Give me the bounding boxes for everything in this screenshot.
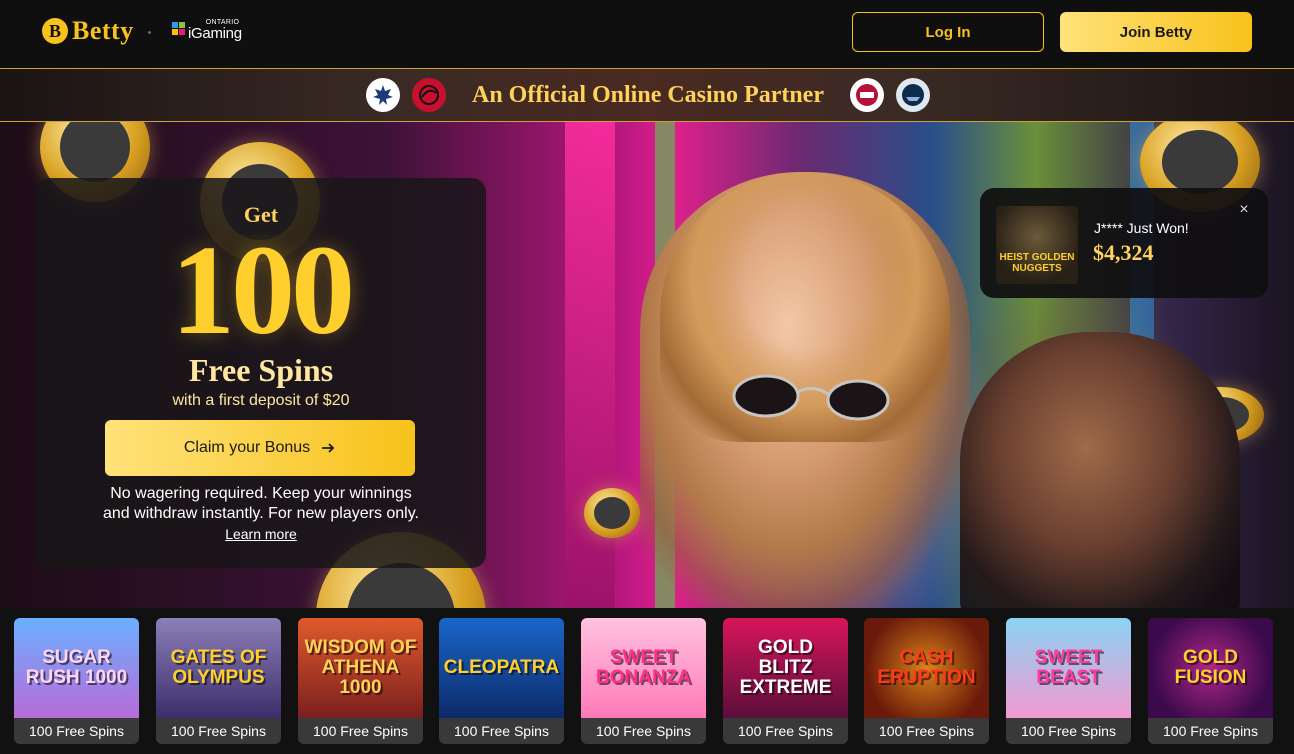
claim-bonus-button[interactable]: Claim your Bonus: [105, 420, 415, 476]
igaming-ontario-logo: iGaming ONTARIO: [172, 18, 242, 42]
partner-text: An Official Online Casino Partner: [472, 81, 824, 108]
raptors-icon: [412, 78, 446, 112]
game-title: Gold Blitz Extreme: [739, 637, 832, 698]
promo-amount: 100: [171, 219, 355, 361]
game-tile[interactable]: Gates of Olympus 100 Free Spins: [156, 618, 281, 744]
partner-banner: An Official Online Casino Partner: [0, 68, 1294, 122]
argonauts-icon: [895, 78, 930, 112]
game-title: Gates of Olympus: [170, 647, 267, 688]
hero-man-image: [960, 332, 1240, 608]
game-caption: 100 Free Spins: [581, 718, 706, 744]
betty-logo-text: Betty: [72, 16, 134, 45]
site-header: B Betty iGaming ONTARIO Log In Join Bett…: [0, 0, 1294, 68]
recent-win-toast: HEIST GOLDEN NUGGETS J**** Just Won! $4,…: [980, 188, 1268, 298]
coin-decoration: [584, 488, 640, 538]
login-button[interactable]: Log In: [852, 12, 1044, 52]
game-tile[interactable]: Sweet Bonanza 100 Free Spins: [581, 618, 706, 744]
arrow-right-icon: [322, 443, 335, 453]
promo-subtitle: with a first deposit of $20: [172, 392, 350, 409]
game-caption: 100 Free Spins: [156, 718, 281, 744]
game-tile[interactable]: Gold Blitz Extreme 100 Free Spins: [723, 618, 848, 744]
betty-logo[interactable]: B Betty: [42, 16, 134, 46]
betty-logo-icon: B: [42, 18, 68, 44]
game-tile[interactable]: Gold Fusion 100 Free Spins: [1148, 618, 1273, 744]
win-game-thumbnail-title: HEIST GOLDEN NUGGETS: [999, 252, 1075, 274]
game-title: Sweet Beast: [1034, 647, 1103, 688]
promo-card: Get 100 Free Spins with a first deposit …: [36, 178, 486, 568]
game-caption: 100 Free Spins: [14, 718, 139, 744]
igaming-text: iGaming: [188, 25, 242, 42]
game-title: Sweet Bonanza: [596, 647, 691, 688]
close-icon[interactable]: ×: [1236, 202, 1252, 218]
promo-spins-text: Free Spins: [188, 352, 334, 388]
toronto-fc-icon: [849, 78, 884, 112]
game-tile[interactable]: Cleopatra 100 Free Spins: [439, 618, 564, 744]
game-title: Wisdom of Athena 1000: [304, 637, 417, 698]
game-caption: 100 Free Spins: [723, 718, 848, 744]
claim-bonus-label: Claim your Bonus: [183, 439, 311, 456]
game-tile[interactable]: Cash Eruption 100 Free Spins: [864, 618, 989, 744]
logo-divider: [148, 31, 151, 34]
join-button[interactable]: Join Betty: [1060, 12, 1252, 52]
game-caption: 100 Free Spins: [439, 718, 564, 744]
win-amount: $4,324: [1093, 240, 1154, 265]
game-tile[interactable]: Wisdom of Athena 1000 100 Free Spins: [298, 618, 423, 744]
game-caption: 100 Free Spins: [864, 718, 989, 744]
game-title: Cleopatra: [443, 657, 560, 678]
promo-note-text: No wagering required. Keep your winnings…: [103, 485, 419, 522]
win-user-text: J**** Just Won!: [1094, 220, 1189, 236]
game-caption: 100 Free Spins: [1006, 718, 1131, 744]
promo-note: No wagering required. Keep your winnings…: [96, 484, 426, 545]
game-title: Cash Eruption: [877, 647, 976, 688]
game-title: Sugar Rush 1000: [25, 647, 128, 688]
game-tile[interactable]: Sugar Rush 1000 100 Free Spins: [14, 618, 139, 744]
win-game-thumbnail[interactable]: HEIST GOLDEN NUGGETS: [996, 206, 1078, 284]
game-caption: 100 Free Spins: [1148, 718, 1273, 744]
igaming-icon: [172, 22, 185, 35]
hero-banner: Get 100 Free Spins with a first deposit …: [0, 122, 1294, 608]
learn-more-link[interactable]: Learn more: [225, 526, 297, 542]
game-title: Gold Fusion: [1174, 647, 1247, 688]
maple-leafs-icon: [366, 78, 400, 112]
igaming-ontario-text: ONTARIO: [205, 19, 240, 26]
game-caption: 100 Free Spins: [298, 718, 423, 744]
game-tile[interactable]: Sweet Beast 100 Free Spins: [1006, 618, 1131, 744]
games-strip: Sugar Rush 1000 100 Free Spins Gates of …: [0, 608, 1294, 754]
sunglasses-icon: [732, 374, 890, 421]
